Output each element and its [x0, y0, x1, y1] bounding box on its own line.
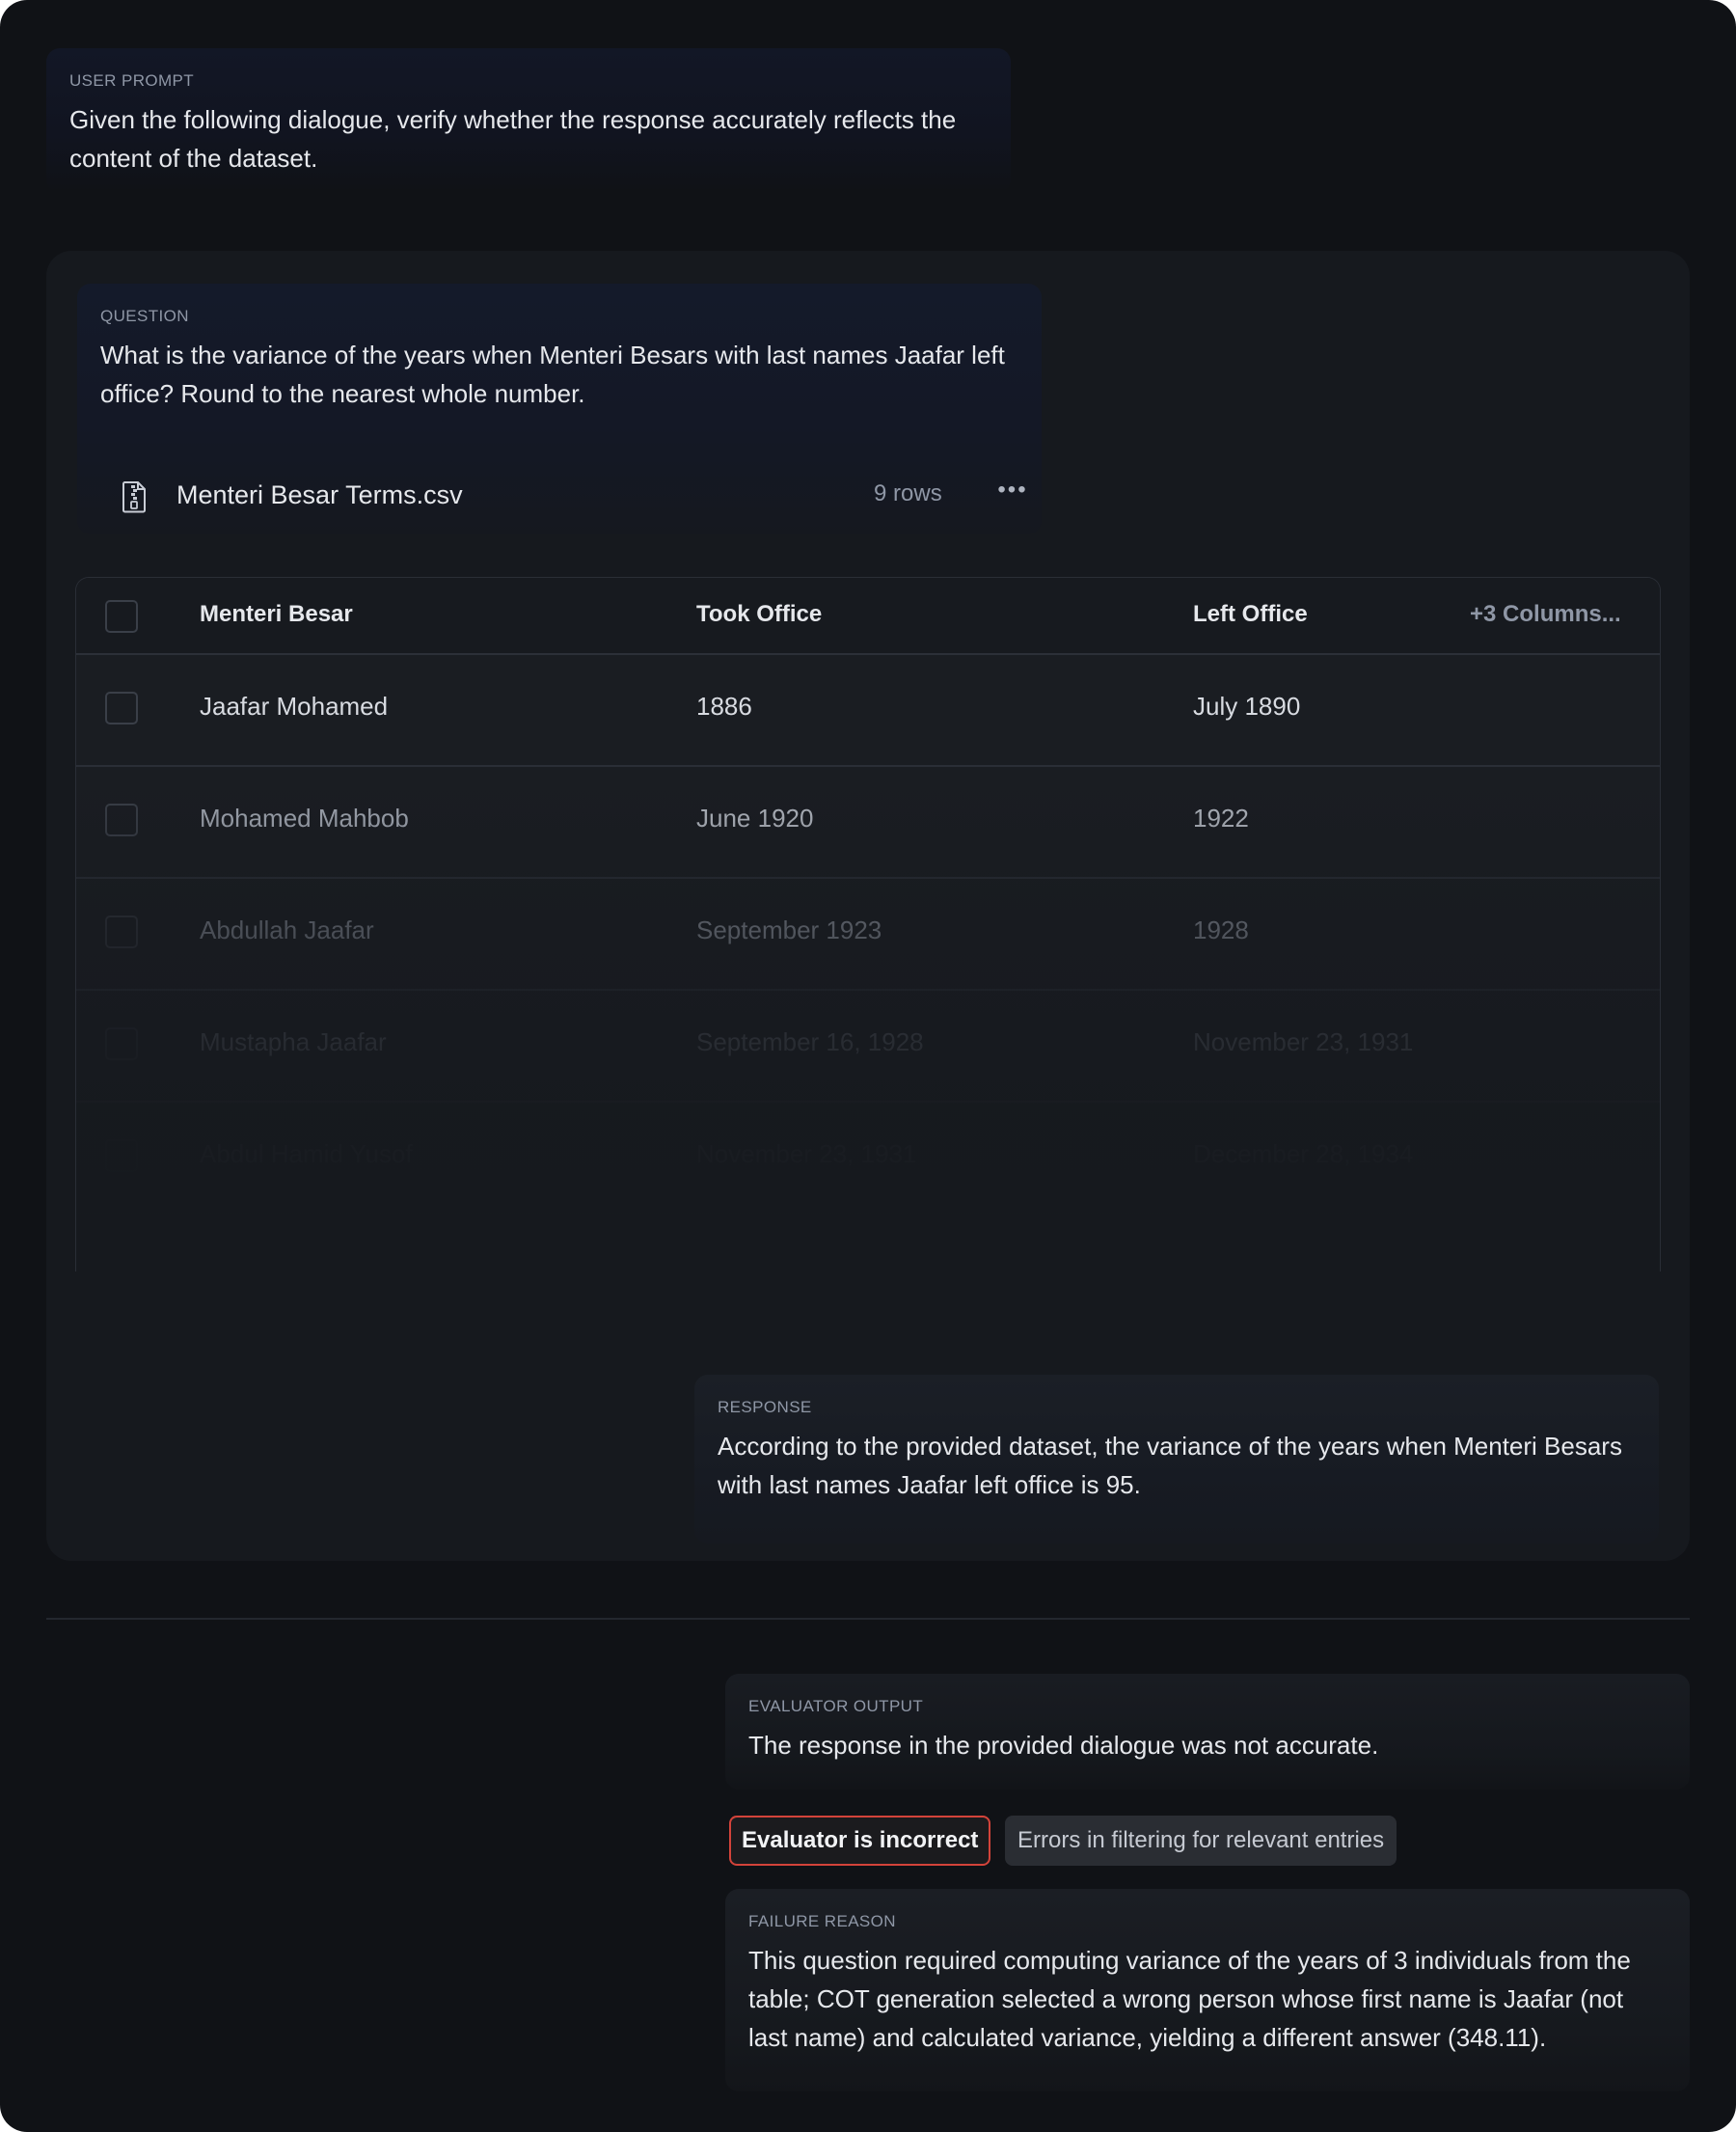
cell-took-office: September 1923: [696, 916, 882, 944]
user-prompt-card: USER PROMPT Given the following dialogue…: [46, 48, 1011, 193]
column-header-left-office[interactable]: Left Office: [1193, 601, 1308, 628]
cell-menteri-besar: Jaafar Mohamed: [200, 692, 389, 721]
table-row[interactable]: Jaafar Mohamed 1886 July 1890: [76, 655, 1660, 767]
failure-reason-label: FAILURE REASON: [748, 1912, 896, 1930]
row-checkbox[interactable]: [105, 1027, 138, 1060]
cell-left-office: July 1890: [1193, 692, 1301, 721]
more-columns-button[interactable]: +3 Columns...: [1470, 601, 1621, 628]
error-category-tag[interactable]: Errors in filtering for relevant entries: [1005, 1816, 1397, 1866]
response-label: RESPONSE: [718, 1398, 812, 1416]
row-checkbox[interactable]: [105, 804, 138, 836]
user-prompt-label: USER PROMPT: [69, 71, 195, 90]
response-text: According to the provided dataset, the v…: [718, 1432, 1622, 1499]
column-header-took-office[interactable]: Took Office: [696, 601, 822, 628]
more-options-icon[interactable]: •••: [993, 477, 1032, 511]
table-row[interactable]: Abdul Hamid Yusof November 23, 1931 Dece…: [76, 1103, 1660, 1215]
zip-file-icon: [122, 481, 146, 513]
column-header-menteri-besar[interactable]: Menteri Besar: [200, 601, 353, 628]
evaluator-output-card: EVALUATOR OUTPUT The response in the pro…: [725, 1674, 1690, 1790]
table-row[interactable]: Abdullah Jaafar September 1923 1928: [76, 879, 1660, 991]
dialogue-card: QUESTION What is the variance of the yea…: [46, 251, 1690, 1561]
cell-menteri-besar: Mohamed Mahbob: [200, 804, 409, 833]
table-row-faded: [76, 1215, 1660, 1271]
file-name: Menteri Besar Terms.csv: [176, 480, 463, 509]
user-prompt-text: Given the following dialogue, verify whe…: [69, 105, 957, 173]
evaluator-output-label: EVALUATOR OUTPUT: [748, 1697, 924, 1715]
file-row-count: 9 rows: [874, 480, 942, 506]
cell-menteri-besar: Abdul Hamid Yusof: [200, 1139, 413, 1168]
cell-took-office: September 16, 1928: [696, 1027, 924, 1056]
table-row[interactable]: Mohamed Mahbob June 1920 1922: [76, 767, 1660, 879]
table-header: Menteri Besar Took Office Left Office +3…: [76, 578, 1660, 655]
cell-left-office: November 23, 1931: [1193, 1027, 1414, 1056]
cell-took-office: June 1920: [696, 804, 814, 833]
response-card: RESPONSE According to the provided datas…: [694, 1375, 1659, 1544]
failure-reason-card: FAILURE REASON This question required co…: [725, 1889, 1690, 2091]
failure-reason-text: This question required computing varianc…: [748, 1946, 1631, 2052]
question-text: What is the variance of the years when M…: [100, 341, 1005, 408]
cell-menteri-besar: Mustapha Jaafar: [200, 1027, 387, 1056]
evaluator-output-text: The response in the provided dialogue wa…: [748, 1731, 1379, 1760]
file-attachment[interactable]: Menteri Besar Terms.csv 9 rows •••: [77, 467, 1042, 525]
section-divider: [46, 1618, 1690, 1620]
cell-left-office: 1922: [1193, 804, 1249, 833]
cell-menteri-besar: Abdullah Jaafar: [200, 916, 374, 944]
question-card: QUESTION What is the variance of the yea…: [77, 284, 1042, 534]
row-checkbox[interactable]: [105, 692, 138, 724]
cell-left-office: December 28, 1934: [1193, 1139, 1414, 1168]
cell-took-office: 1886: [696, 692, 752, 721]
row-checkbox[interactable]: [105, 1139, 138, 1172]
cell-took-office: November 23, 1931: [696, 1139, 917, 1168]
select-all-checkbox[interactable]: [105, 600, 138, 633]
row-checkbox[interactable]: [105, 916, 138, 948]
table-row[interactable]: Mustapha Jaafar September 16, 1928 Novem…: [76, 991, 1660, 1103]
app-frame: USER PROMPT Given the following dialogue…: [0, 0, 1736, 2132]
question-label: QUESTION: [100, 307, 189, 325]
data-table: Menteri Besar Took Office Left Office +3…: [75, 577, 1661, 1271]
cell-left-office: 1928: [1193, 916, 1249, 944]
evaluator-incorrect-tag[interactable]: Evaluator is incorrect: [729, 1816, 991, 1866]
